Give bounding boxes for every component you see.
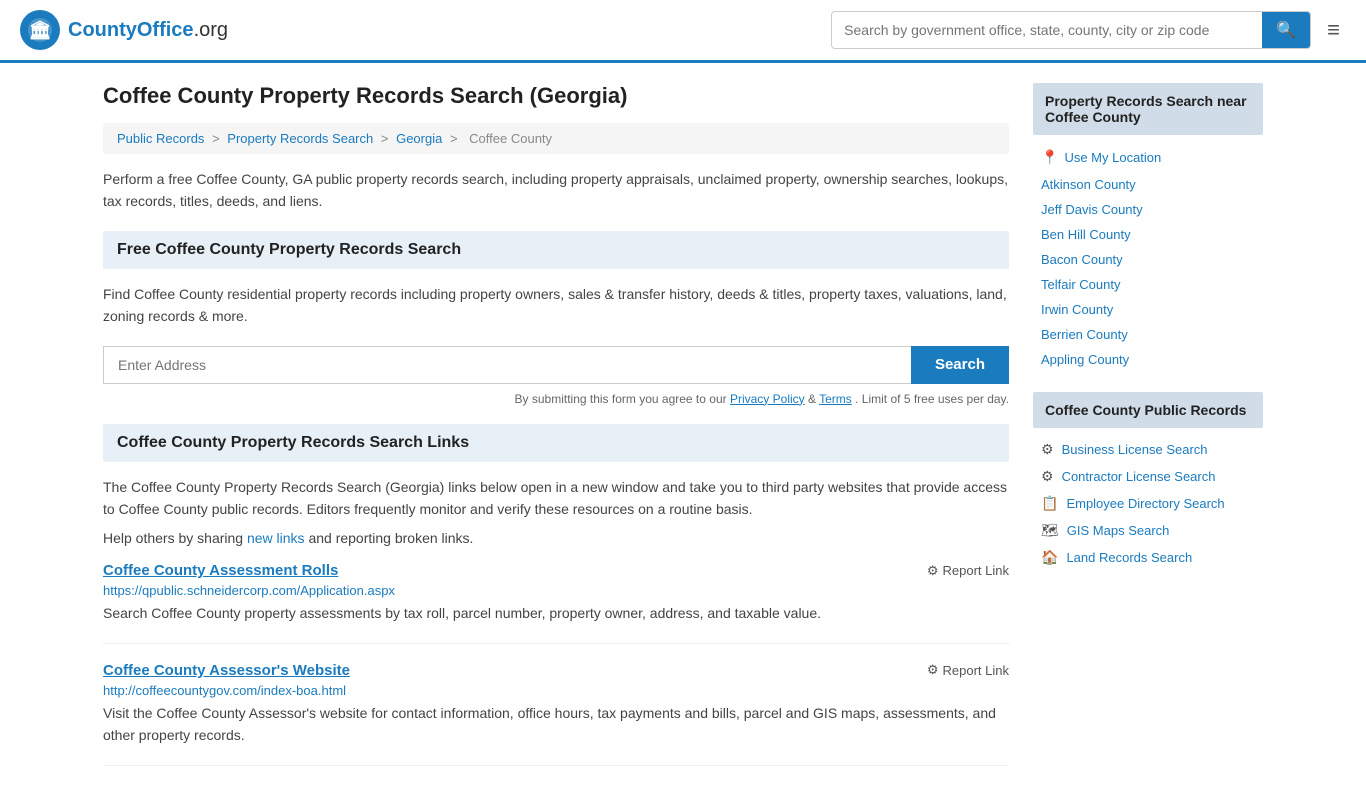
menu-icon[interactable]: ≡ <box>1321 11 1346 49</box>
new-links-link[interactable]: new links <box>247 530 305 546</box>
sidebar-gis-maps: 🗺 GIS Maps Search <box>1033 517 1263 544</box>
record-desc-0: Search Coffee County property assessment… <box>103 602 1009 624</box>
record-url-1: http://coffeecountygov.com/index-boa.htm… <box>103 683 1009 698</box>
sidebar-item-appling: Appling County <box>1033 347 1263 372</box>
sidebar-item-bacon: Bacon County <box>1033 247 1263 272</box>
sidebar-employee-directory: 📋 Employee Directory Search <box>1033 490 1263 517</box>
main-container: Coffee County Property Records Search (G… <box>83 63 1283 806</box>
address-search-form: Search <box>103 346 1009 384</box>
use-my-location-link[interactable]: Use My Location <box>1064 150 1161 165</box>
sidebar-use-location: 📍 Use My Location <box>1033 143 1263 172</box>
report-link-0[interactable]: ⚙ Report Link <box>927 563 1009 579</box>
privacy-policy-link[interactable]: Privacy Policy <box>730 392 805 406</box>
report-link-1[interactable]: ⚙ Report Link <box>927 662 1009 678</box>
global-search-button[interactable]: 🔍 <box>1262 12 1310 48</box>
sidebar-public-records-section: Coffee County Public Records ⚙ Business … <box>1033 392 1263 571</box>
terms-link[interactable]: Terms <box>819 392 852 406</box>
map-icon: 🗺 <box>1041 522 1059 539</box>
breadcrumb-property-search[interactable]: Property Records Search <box>227 131 373 146</box>
sidebar-item-berrien: Berrien County <box>1033 322 1263 347</box>
record-desc-1: Visit the Coffee County Assessor's websi… <box>103 702 1009 747</box>
sidebar-item-telfair: Telfair County <box>1033 272 1263 297</box>
header: 🏛 CountyOffice.org 🔍 ≡ <box>0 0 1366 63</box>
logo-icon: 🏛 <box>20 10 60 50</box>
pin-icon: 📍 <box>1041 149 1058 166</box>
record-title-link-0[interactable]: Coffee County Assessment Rolls <box>103 562 338 579</box>
list-icon: 📋 <box>1041 495 1058 512</box>
sidebar: Property Records Search near Coffee Coun… <box>1033 83 1263 786</box>
gear-icon-0: ⚙ <box>1041 441 1054 458</box>
sidebar-item-irwin: Irwin County <box>1033 297 1263 322</box>
gear-icon-1: ⚙ <box>1041 468 1054 485</box>
links-desc: The Coffee County Property Records Searc… <box>103 476 1009 521</box>
free-search-header: Free Coffee County Property Records Sear… <box>103 231 1009 269</box>
links-section-header: Coffee County Property Records Search Li… <box>103 424 1009 462</box>
sidebar-item-jeff-davis: Jeff Davis County <box>1033 197 1263 222</box>
breadcrumb-georgia[interactable]: Georgia <box>396 131 442 146</box>
breadcrumb-current: Coffee County <box>469 131 552 146</box>
sidebar-business-license: ⚙ Business License Search <box>1033 436 1263 463</box>
breadcrumb-public-records[interactable]: Public Records <box>117 131 204 146</box>
global-search-bar: 🔍 <box>831 11 1311 49</box>
sidebar-contractor-license: ⚙ Contractor License Search <box>1033 463 1263 490</box>
address-search-button[interactable]: Search <box>911 346 1009 384</box>
svg-text:🏛: 🏛 <box>29 20 52 40</box>
sidebar-item-atkinson: Atkinson County <box>1033 172 1263 197</box>
sidebar-land-records: 🏠 Land Records Search <box>1033 544 1263 571</box>
record-url-0: https://qpublic.schneidercorp.com/Applic… <box>103 583 1009 598</box>
home-icon: 🏠 <box>1041 549 1058 566</box>
page-title: Coffee County Property Records Search (G… <box>103 83 1009 109</box>
logo-area: 🏛 CountyOffice.org <box>20 10 228 50</box>
sidebar-nearby-section: Property Records Search near Coffee Coun… <box>1033 83 1263 372</box>
sidebar-public-records-header: Coffee County Public Records <box>1033 392 1263 428</box>
form-note: By submitting this form you agree to our… <box>103 392 1009 406</box>
record-item: Coffee County Assessor's Website ⚙ Repor… <box>103 662 1009 766</box>
sidebar-nearby-header: Property Records Search near Coffee Coun… <box>1033 83 1263 135</box>
global-search-input[interactable] <box>832 14 1262 46</box>
links-section: Coffee County Property Records Search Li… <box>103 424 1009 766</box>
free-search-desc: Find Coffee County residential property … <box>103 283 1009 328</box>
record-title-link-1[interactable]: Coffee County Assessor's Website <box>103 662 350 679</box>
breadcrumb: Public Records > Property Records Search… <box>103 123 1009 154</box>
sidebar-item-ben-hill: Ben Hill County <box>1033 222 1263 247</box>
content-area: Coffee County Property Records Search (G… <box>103 83 1009 786</box>
page-description: Perform a free Coffee County, GA public … <box>103 168 1009 213</box>
share-links: Help others by sharing new links and rep… <box>103 530 1009 546</box>
logo-text: CountyOffice.org <box>68 19 228 42</box>
address-input[interactable] <box>103 346 911 384</box>
record-item: Coffee County Assessment Rolls ⚙ Report … <box>103 562 1009 643</box>
header-right: 🔍 ≡ <box>831 11 1346 49</box>
